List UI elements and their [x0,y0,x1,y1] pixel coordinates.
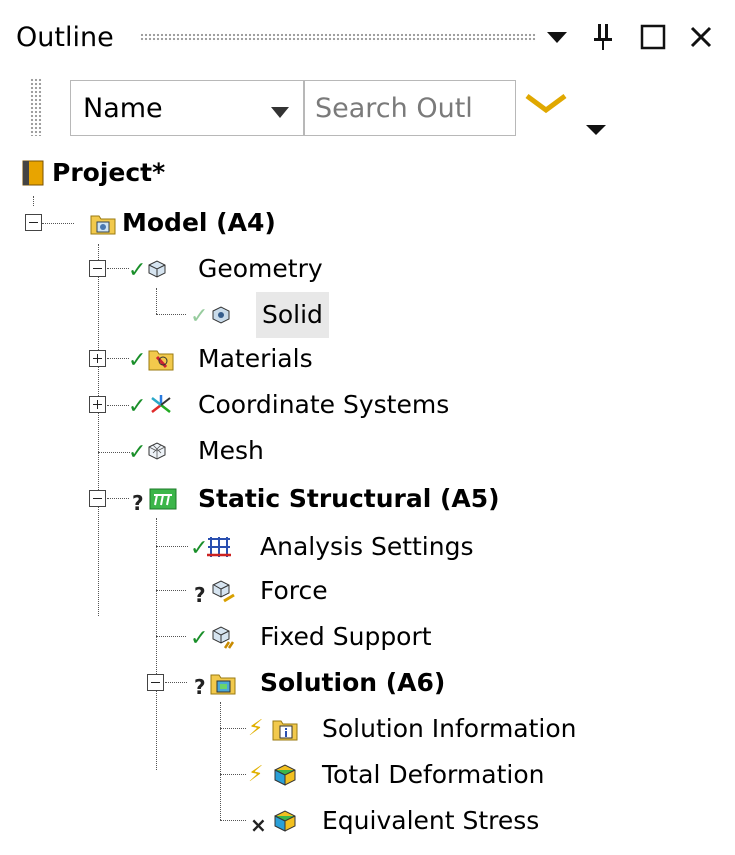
analysis-settings-icon [202,524,236,570]
force-icon [206,568,240,614]
collapse-icon[interactable] [89,490,106,507]
close-icon[interactable] [684,20,718,54]
tree-label: Project* [52,158,166,187]
panel-drag-grip[interactable] [140,33,536,42]
tree-label: Analysis Settings [260,532,474,561]
tree-node-materials[interactable]: ✓ Materials [0,336,735,382]
model-folder-icon [86,200,120,246]
result-contour-icon [268,752,302,798]
tree-label: Total Deformation [322,760,545,789]
filter-type-value: Name [83,93,163,124]
tree-label: Model (A4) [122,208,276,237]
status-unknown-icon: ? [194,583,206,607]
outline-tree: Project* Model (A4) ✓ Geometry ✓ Solid ✓… [0,150,735,855]
filter-type-dropdown[interactable]: Name [70,80,304,136]
expand-icon[interactable] [89,396,106,413]
coordinate-axes-icon [144,382,178,428]
tree-node-geometry[interactable]: ✓ Geometry [0,246,735,292]
maximize-icon[interactable] [636,20,670,54]
tree-label: Geometry [198,254,323,283]
tree-node-fixed-support[interactable]: ✓ Fixed Support [0,614,735,660]
tree-label: Force [260,576,328,605]
tree-label: Equivalent Stress [322,806,540,835]
search-outline-input[interactable] [304,80,516,136]
toolbar-grip[interactable] [30,78,42,136]
materials-icon [144,336,178,382]
tree-node-total-deformation[interactable]: ⚡ Total Deformation [0,752,735,798]
mesh-icon [140,428,174,474]
tree-node-solid[interactable]: ✓ Solid [0,292,735,338]
solid-body-icon [204,292,238,338]
tree-label: Solution (A6) [260,668,446,697]
tree-label: Mesh [198,436,264,465]
fixed-support-icon [206,614,240,660]
chevron-filter-icon[interactable] [524,92,568,120]
result-contour-icon [268,798,302,844]
tree-label: Fixed Support [260,622,432,651]
solution-folder-icon [206,660,240,706]
expand-icon[interactable] [89,350,106,367]
project-icon [16,150,50,196]
tree-node-solution-information[interactable]: ⚡ Solution Information [0,706,735,752]
tree-node-static-structural[interactable]: ? Static Structural (A5) [0,476,735,522]
tree-node-analysis-settings[interactable]: ✓ Analysis Settings [0,524,735,570]
status-pending-icon: ⚡ [248,716,264,741]
tree-node-coordinate-systems[interactable]: ✓ Coordinate Systems [0,382,735,428]
dropdown-icon[interactable] [540,20,574,54]
tree-label: Solid [256,292,329,338]
tree-node-model[interactable]: Model (A4) [0,200,735,246]
solution-information-icon [268,706,302,752]
collapse-icon[interactable] [89,260,106,277]
panel-title: Outline [16,22,114,53]
status-pending-icon: ⚡ [248,762,264,787]
pin-icon[interactable] [586,20,620,54]
collapse-icon[interactable] [147,674,164,691]
tree-label: Coordinate Systems [198,390,450,419]
outline-toolbar: Name [0,70,735,145]
status-unknown-icon: ? [194,675,206,699]
collapse-icon[interactable] [25,214,42,231]
static-structural-icon [146,476,180,522]
tree-node-equivalent-stress[interactable]: × Equivalent Stress [0,798,735,844]
panel-header: Outline [0,0,735,70]
tree-node-mesh[interactable]: ✓ Mesh [0,428,735,474]
chevron-down-icon [271,103,289,122]
tree-label: Solution Information [322,714,577,743]
tree-label: Static Structural (A5) [198,484,500,513]
tree-node-force[interactable]: ? Force [0,568,735,614]
geometry-icon [140,246,174,292]
tree-node-solution[interactable]: ? Solution (A6) [0,660,735,706]
status-unknown-icon: ? [132,491,144,515]
tree-label: Materials [198,344,313,373]
tree-node-project[interactable]: Project* [0,150,735,196]
status-failed-icon: × [250,813,267,837]
filter-dropdown-arrow-icon[interactable] [586,120,606,139]
